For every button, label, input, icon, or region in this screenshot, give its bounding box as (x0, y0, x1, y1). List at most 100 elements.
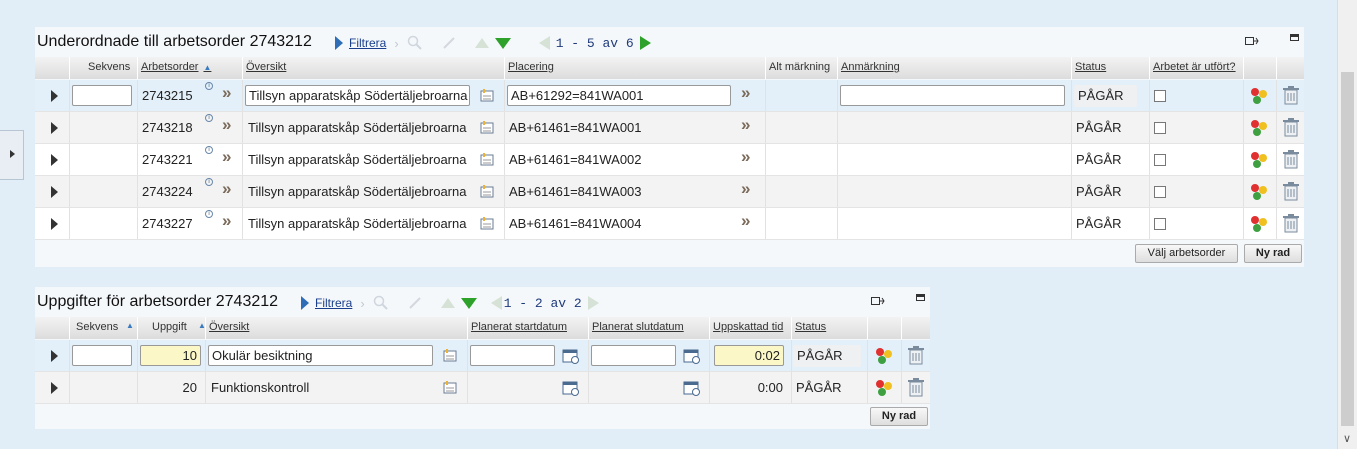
col-arbetsorder[interactable]: Arbetsorder ▲ (137, 57, 242, 79)
row-expand-icon[interactable] (51, 90, 58, 102)
row-expand-icon[interactable] (51, 382, 58, 394)
next-row-icon[interactable] (460, 297, 477, 309)
utfort-checkbox[interactable] (1154, 90, 1166, 102)
info-icon[interactable]: i (205, 210, 213, 218)
col-utfort[interactable]: Arbetet är utfört? (1149, 57, 1243, 79)
uppskattad-tid-input[interactable]: 0:02 (714, 345, 784, 366)
slutdatum-input[interactable] (591, 345, 676, 366)
col-planerat-slutdatum[interactable]: Planerat slutdatum (588, 317, 709, 339)
minimize-icon[interactable] (916, 294, 925, 301)
sekvens-input[interactable] (72, 85, 132, 106)
minimize-icon[interactable] (1290, 34, 1299, 41)
row-expand-icon[interactable] (51, 122, 58, 134)
calendar-icon[interactable] (683, 380, 701, 396)
download-icon[interactable] (1245, 35, 1259, 47)
col-sekvens[interactable]: Sekvens ▲ (69, 317, 137, 339)
info-icon[interactable]: i (205, 114, 213, 122)
details-icon[interactable] (480, 89, 496, 103)
status-change-icon[interactable] (873, 346, 895, 366)
route-icon[interactable]: » (741, 83, 751, 103)
next-row-icon[interactable] (494, 37, 511, 49)
status-change-icon[interactable] (1248, 182, 1270, 202)
calendar-icon[interactable] (683, 348, 701, 364)
col-status[interactable]: Status (791, 317, 867, 339)
table-row[interactable]: 2743218 i » Tillsyn apparatskåp Södertälje… (35, 112, 1304, 144)
table-row[interactable]: 2743224 i » Tillsyn apparatskåp Södertälje… (35, 176, 1304, 208)
info-icon[interactable]: i (205, 178, 213, 186)
status-change-icon[interactable] (1248, 214, 1270, 234)
side-panel-toggle[interactable] (0, 130, 24, 180)
utfort-checkbox[interactable] (1154, 218, 1166, 230)
col-oversikt[interactable]: Översikt (242, 57, 504, 79)
table-row[interactable]: 20 Funktionskontroll 0:00 PÅGÅR (35, 372, 930, 404)
col-anmarkning[interactable]: Anmärkning (837, 57, 1071, 79)
trash-icon[interactable] (907, 377, 925, 397)
details-icon[interactable] (480, 153, 496, 167)
anmarkning-input[interactable] (840, 85, 1065, 106)
oversikt-input[interactable]: Okulär besiktning (208, 345, 433, 366)
col-oversikt[interactable]: Översikt (205, 317, 467, 339)
filter-toggle-icon[interactable] (335, 36, 343, 50)
filter-toggle-icon[interactable] (301, 296, 309, 310)
calendar-icon[interactable] (562, 348, 580, 364)
oversikt-input[interactable]: Tillsyn apparatskåp Södertäljebroarna (245, 85, 470, 106)
trash-icon[interactable] (1282, 213, 1300, 233)
col-uppskattad-tid[interactable]: Uppskattad tid (709, 317, 791, 339)
info-icon[interactable]: i (205, 82, 213, 90)
utfort-checkbox[interactable] (1154, 186, 1166, 198)
scrollbar-thumb[interactable] (1341, 72, 1354, 426)
col-sekvens[interactable]: Sekvens (69, 57, 137, 79)
route-icon[interactable]: » (741, 211, 751, 231)
uppgift-input[interactable]: 10 (140, 345, 201, 366)
next-page-icon[interactable] (639, 36, 651, 50)
details-icon[interactable] (480, 217, 496, 231)
trash-icon[interactable] (1282, 117, 1300, 137)
table-row[interactable]: 2743227 i » Tillsyn apparatskåp Södertälje… (35, 208, 1304, 240)
table-row[interactable]: 2743221 i » Tillsyn apparatskåp Södertälje… (35, 144, 1304, 176)
download-icon[interactable] (871, 295, 885, 307)
route-icon[interactable]: » (222, 83, 232, 103)
filter-link[interactable]: Filtrera (315, 296, 352, 310)
row-expand-icon[interactable] (51, 350, 58, 362)
details-icon[interactable] (480, 185, 496, 199)
sekvens-input[interactable] (72, 345, 132, 366)
trash-icon[interactable] (1282, 85, 1300, 105)
scroll-down-icon[interactable]: ∨ (1343, 432, 1351, 445)
select-workorder-button[interactable]: Välj arbetsorder (1135, 244, 1238, 263)
table-row[interactable]: 2743215 i » Tillsyn apparatskåp Södertälje… (35, 80, 1304, 112)
route-icon[interactable]: » (741, 147, 751, 167)
utfort-checkbox[interactable] (1154, 154, 1166, 166)
details-icon[interactable] (443, 381, 459, 395)
filter-link[interactable]: Filtrera (349, 36, 386, 50)
status-change-icon[interactable] (873, 378, 895, 398)
startdatum-input[interactable] (470, 345, 555, 366)
col-status[interactable]: Status (1071, 57, 1149, 79)
trash-icon[interactable] (1282, 181, 1300, 201)
route-icon[interactable]: » (222, 147, 232, 167)
status-change-icon[interactable] (1248, 86, 1270, 106)
row-expand-icon[interactable] (51, 218, 58, 230)
status-change-icon[interactable] (1248, 150, 1270, 170)
route-icon[interactable]: » (222, 211, 232, 231)
row-expand-icon[interactable] (51, 186, 58, 198)
table-row[interactable]: 10 Okulär besiktning 0:02 PÅGÅR (35, 340, 930, 372)
route-icon[interactable]: » (741, 179, 751, 199)
row-expand-icon[interactable] (51, 154, 58, 166)
col-planerat-startdatum[interactable]: Planerat startdatum (467, 317, 588, 339)
new-row-button[interactable]: Ny rad (1244, 244, 1302, 263)
details-icon[interactable] (480, 121, 496, 135)
new-row-button[interactable]: Ny rad (870, 407, 928, 426)
trash-icon[interactable] (907, 345, 925, 365)
vertical-scrollbar[interactable]: ∨ (1337, 0, 1357, 449)
route-icon[interactable]: » (741, 115, 751, 135)
status-change-icon[interactable] (1248, 118, 1270, 138)
info-icon[interactable]: i (205, 146, 213, 154)
utfort-checkbox[interactable] (1154, 122, 1166, 134)
calendar-icon[interactable] (562, 380, 580, 396)
col-uppgift[interactable]: Uppgift ▲ (137, 317, 206, 339)
placering-input[interactable]: AB+61292=841WA001 (507, 85, 731, 106)
details-icon[interactable] (443, 349, 459, 363)
trash-icon[interactable] (1282, 149, 1300, 169)
route-icon[interactable]: » (222, 179, 232, 199)
col-placering[interactable]: Placering (504, 57, 765, 79)
